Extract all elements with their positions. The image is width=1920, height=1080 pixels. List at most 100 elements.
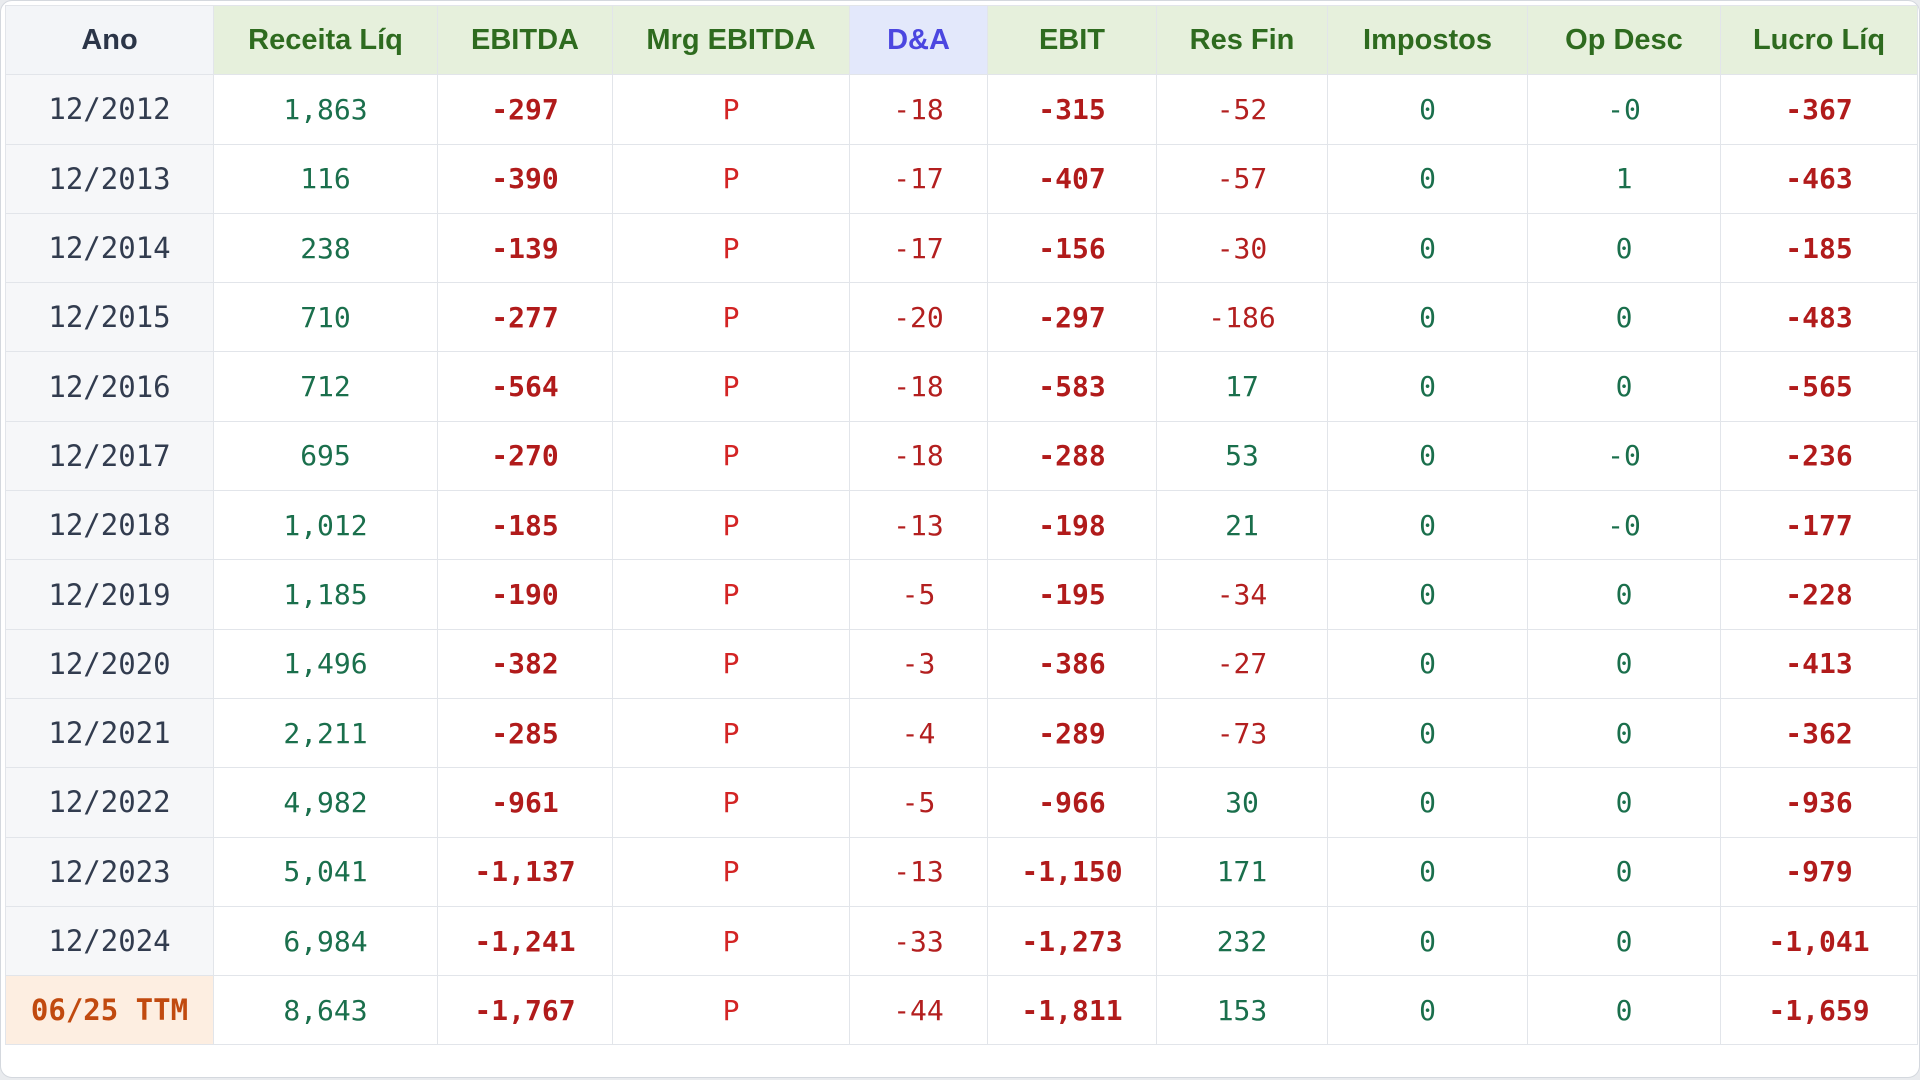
cell-da: -20 <box>849 282 988 353</box>
cell-ano: 12/2018 <box>5 490 214 561</box>
financial-table-panel: Ano Receita Líq EBITDA Mrg EBITDA D&A EB… <box>0 0 1920 1078</box>
cell-impostos: 0 <box>1327 905 1528 977</box>
cell-res-fin: 21 <box>1156 490 1328 561</box>
table-row: 12/2017 695 -270 P -18 -288 53 0 -0 -236 <box>5 420 1918 492</box>
cell-ano: 12/2024 <box>5 905 214 977</box>
cell-impostos: 0 <box>1327 143 1528 214</box>
table-row: 06/25 TTM 8,643 -1,767 P -44 -1,811 153 0 0 -1,65… <box>5 975 1918 1046</box>
cell-ebitda: -1,241 <box>437 905 613 977</box>
cell-impostos: 0 <box>1327 628 1528 699</box>
cell-ebit: -288 <box>987 420 1157 492</box>
cell-da: -3 <box>849 628 988 699</box>
cell-op-desc: 0 <box>1527 975 1721 1046</box>
financial-table: Ano Receita Líq EBITDA Mrg EBITDA D&A EB… <box>5 4 1918 1046</box>
cell-receita-liq: 5,041 <box>213 836 438 907</box>
cell-ebit: -386 <box>987 628 1157 699</box>
cell-mrg-ebitda: P <box>612 975 850 1046</box>
cell-mrg-ebitda: P <box>612 697 850 769</box>
cell-ebit: -156 <box>987 212 1157 284</box>
cell-receita-liq: 1,012 <box>213 490 438 561</box>
cell-receita-liq: 710 <box>213 282 438 353</box>
cell-mrg-ebitda: P <box>612 559 850 630</box>
cell-mrg-ebitda: P <box>612 282 850 353</box>
cell-da: -18 <box>849 420 988 492</box>
cell-mrg-ebitda: P <box>612 351 850 422</box>
cell-ano: 12/2012 <box>5 74 214 145</box>
column-header-res-fin[interactable]: Res Fin <box>1156 4 1328 76</box>
cell-impostos: 0 <box>1327 490 1528 561</box>
cell-lucro-liq: -463 <box>1720 143 1918 214</box>
cell-res-fin: 153 <box>1156 975 1328 1046</box>
cell-ebitda: -961 <box>437 767 613 838</box>
column-header-impostos[interactable]: Impostos <box>1327 4 1528 76</box>
cell-ano: 12/2023 <box>5 836 214 907</box>
cell-ebitda: -390 <box>437 143 613 214</box>
cell-receita-liq: 712 <box>213 351 438 422</box>
cell-lucro-liq: -936 <box>1720 767 1918 838</box>
table-row: 12/2024 6,984 -1,241 P -33 -1,273 232 0 0 -1,041 <box>5 905 1918 977</box>
cell-da: -44 <box>849 975 988 1046</box>
cell-ebit: -289 <box>987 697 1157 769</box>
cell-res-fin: -57 <box>1156 143 1328 214</box>
cell-res-fin: 171 <box>1156 836 1328 907</box>
cell-ano: 12/2020 <box>5 628 214 699</box>
cell-receita-liq: 695 <box>213 420 438 492</box>
cell-receita-liq: 116 <box>213 143 438 214</box>
cell-receita-liq: 4,982 <box>213 767 438 838</box>
table-row: 12/2015 710 -277 P -20 -297 -186 0 0 -483 <box>5 282 1918 353</box>
cell-impostos: 0 <box>1327 74 1528 145</box>
table-body: 12/2012 1,863 -297 P -18 -315 -52 0 -0 -367 12/201… <box>5 74 1918 1046</box>
table-row: 12/2020 1,496 -382 P -3 -386 -27 0 0 -413 <box>5 628 1918 699</box>
table-row: 12/2021 2,211 -285 P -4 -289 -73 0 0 -362 <box>5 697 1918 769</box>
cell-op-desc: 0 <box>1527 282 1721 353</box>
column-header-ano[interactable]: Ano <box>5 4 214 76</box>
cell-da: -18 <box>849 74 988 145</box>
cell-ebitda: -139 <box>437 212 613 284</box>
table-row: 12/2023 5,041 -1,137 P -13 -1,150 171 0 0 -979 <box>5 836 1918 907</box>
cell-ano: 12/2021 <box>5 697 214 769</box>
cell-res-fin: 232 <box>1156 905 1328 977</box>
header-row: Ano Receita Líq EBITDA Mrg EBITDA D&A EB… <box>5 4 1918 76</box>
cell-ano: 12/2013 <box>5 143 214 214</box>
cell-da: -13 <box>849 836 988 907</box>
column-header-ebitda[interactable]: EBITDA <box>437 4 613 76</box>
cell-res-fin: -186 <box>1156 282 1328 353</box>
column-header-mrg-ebitda[interactable]: Mrg EBITDA <box>612 4 850 76</box>
cell-res-fin: 30 <box>1156 767 1328 838</box>
cell-ano: 12/2015 <box>5 282 214 353</box>
cell-op-desc: 0 <box>1527 905 1721 977</box>
cell-res-fin: -27 <box>1156 628 1328 699</box>
cell-ebitda: -270 <box>437 420 613 492</box>
cell-op-desc: -0 <box>1527 74 1721 145</box>
column-header-ebit[interactable]: EBIT <box>987 4 1157 76</box>
cell-res-fin: -30 <box>1156 212 1328 284</box>
cell-ebitda: -382 <box>437 628 613 699</box>
table-row: 12/2022 4,982 -961 P -5 -966 30 0 0 -936 <box>5 767 1918 838</box>
cell-da: -17 <box>849 212 988 284</box>
cell-receita-liq: 1,863 <box>213 74 438 145</box>
cell-lucro-liq: -362 <box>1720 697 1918 769</box>
cell-ebit: -1,150 <box>987 836 1157 907</box>
cell-impostos: 0 <box>1327 767 1528 838</box>
cell-da: -33 <box>849 905 988 977</box>
cell-impostos: 0 <box>1327 559 1528 630</box>
table-row: 12/2019 1,185 -190 P -5 -195 -34 0 0 -228 <box>5 559 1918 630</box>
cell-da: -5 <box>849 559 988 630</box>
column-header-receita-liq[interactable]: Receita Líq <box>213 4 438 76</box>
cell-op-desc: 0 <box>1527 212 1721 284</box>
table-row: 12/2012 1,863 -297 P -18 -315 -52 0 -0 -367 <box>5 74 1918 145</box>
cell-ebitda: -185 <box>437 490 613 561</box>
cell-lucro-liq: -185 <box>1720 212 1918 284</box>
cell-res-fin: 53 <box>1156 420 1328 492</box>
table-row: 12/2018 1,012 -185 P -13 -198 21 0 -0 -177 <box>5 490 1918 561</box>
column-header-op-desc[interactable]: Op Desc <box>1527 4 1721 76</box>
cell-ebit: -583 <box>987 351 1157 422</box>
cell-res-fin: -34 <box>1156 559 1328 630</box>
cell-lucro-liq: -1,041 <box>1720 905 1918 977</box>
column-header-da[interactable]: D&A <box>849 4 988 76</box>
cell-lucro-liq: -177 <box>1720 490 1918 561</box>
cell-mrg-ebitda: P <box>612 628 850 699</box>
cell-ebit: -407 <box>987 143 1157 214</box>
cell-ebitda: -564 <box>437 351 613 422</box>
column-header-lucro-liq[interactable]: Lucro Líq <box>1720 4 1918 76</box>
